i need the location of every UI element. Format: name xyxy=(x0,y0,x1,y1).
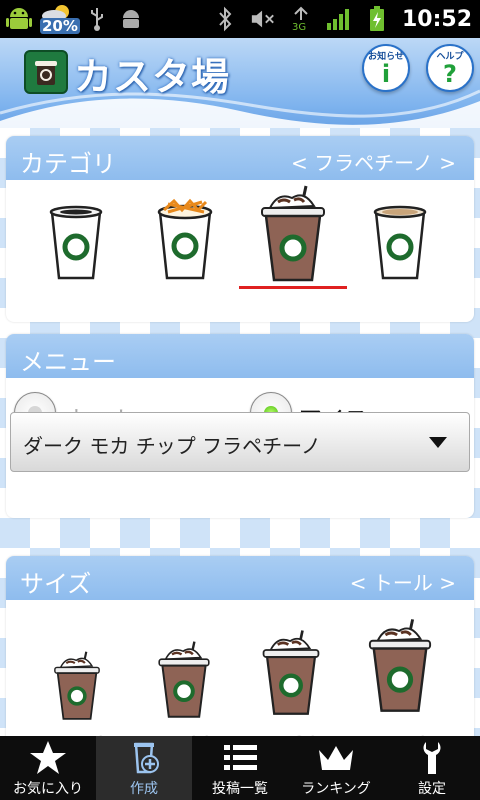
nav-settings[interactable]: 設定 xyxy=(384,736,480,800)
bottom-navigation: お気に入り 作成 投稿一覧 ランキング 設定 xyxy=(0,736,480,800)
create-cup-icon xyxy=(134,742,159,774)
nav-posts[interactable]: 投稿一覧 xyxy=(192,736,288,800)
category-header: カテゴリ < フラペチーノ > xyxy=(6,136,474,180)
nav-create-label: 作成 xyxy=(130,781,158,797)
drink-select-value: ダーク モカ チップ フラペチーノ xyxy=(23,434,321,458)
help-button[interactable]: ヘルプ ? xyxy=(426,44,474,92)
price-venti: ￥570 xyxy=(360,728,440,736)
header-wave-decoration xyxy=(0,89,480,128)
price-short: ￥450 xyxy=(38,728,118,736)
size-selector: ￥450 ￥490 ￥530 ￥570 xyxy=(6,600,474,736)
nav-ranking[interactable]: ランキング xyxy=(288,736,384,800)
help-icon: ? xyxy=(443,60,457,88)
battery-charging-icon xyxy=(364,5,390,33)
nav-create[interactable]: 作成 xyxy=(96,736,192,800)
size-grande-cup-icon[interactable] xyxy=(260,618,322,732)
size-header: サイズ < トール > xyxy=(6,556,474,600)
usb-icon xyxy=(84,5,110,33)
list-icon xyxy=(224,745,257,770)
category-selected-label: < フラペチーノ > xyxy=(290,151,456,175)
category-selection-underline xyxy=(239,286,347,289)
hot-latte-cup-icon[interactable] xyxy=(46,202,106,286)
drink-select[interactable]: ダーク モカ チップ フラペチーノ xyxy=(10,412,470,472)
star-icon xyxy=(30,741,66,774)
menu-card: メニュー ホット アイス ダーク モカ チップ フラペチーノ xyxy=(6,334,474,518)
size-title: サイズ xyxy=(20,570,92,598)
battery-percent-text: 20% xyxy=(40,17,80,35)
crown-icon xyxy=(319,746,353,770)
nav-posts-label: 投稿一覧 xyxy=(212,781,268,797)
menu-title: メニュー xyxy=(20,348,116,376)
bluetooth-icon xyxy=(212,5,238,33)
menu-header: メニュー xyxy=(6,334,474,378)
status-bar: 20% 3G 10:52 xyxy=(0,0,480,38)
android-icon xyxy=(6,5,32,33)
signal-icon xyxy=(326,5,352,33)
info-icon: i xyxy=(381,60,391,88)
app-header: カスタ場 お知らせ i ヘルプ ? xyxy=(0,38,480,128)
nav-favorites[interactable]: お気に入り xyxy=(0,736,96,800)
caramel-hot-cup-icon[interactable] xyxy=(154,196,216,286)
clock: 10:52 xyxy=(401,6,472,32)
network-3g-icon: 3G xyxy=(288,5,314,33)
weather-icon: 20% xyxy=(40,4,80,34)
size-tall-cup-icon[interactable] xyxy=(156,632,212,732)
category-title: カテゴリ xyxy=(20,150,116,178)
frappuccino-cup-icon[interactable] xyxy=(258,184,328,288)
info-button[interactable]: お知らせ i xyxy=(362,44,410,92)
main-content[interactable]: カテゴリ < フラペチーノ > メニュー ダーク モカ チップ フラペチーノ サ… xyxy=(0,128,480,736)
size-short-cup-icon[interactable] xyxy=(52,644,102,732)
app-logo-icon xyxy=(24,50,68,94)
latte-iced-cup-icon[interactable] xyxy=(370,202,430,286)
mute-icon xyxy=(250,5,276,33)
price-grande: ￥530 xyxy=(250,728,330,736)
size-venti-cup-icon[interactable] xyxy=(366,604,434,732)
wrench-icon xyxy=(423,742,441,774)
category-card: カテゴリ < フラペチーノ > xyxy=(6,136,474,322)
size-card: サイズ < トール > ￥450 ￥490 ￥530 ￥570 xyxy=(6,556,474,736)
app-title: カスタ場 xyxy=(74,55,231,99)
size-selected-label: < トール > xyxy=(349,571,456,595)
nav-settings-label: 設定 xyxy=(418,781,446,797)
nav-favorites-label: お気に入り xyxy=(13,781,83,797)
category-selector xyxy=(6,180,474,322)
nav-ranking-label: ランキング xyxy=(301,781,371,797)
debug-android-icon xyxy=(118,5,144,33)
price-tall: ￥490 xyxy=(144,728,224,736)
dropdown-arrow-icon xyxy=(429,437,447,448)
svg-text:3G: 3G xyxy=(292,22,306,32)
